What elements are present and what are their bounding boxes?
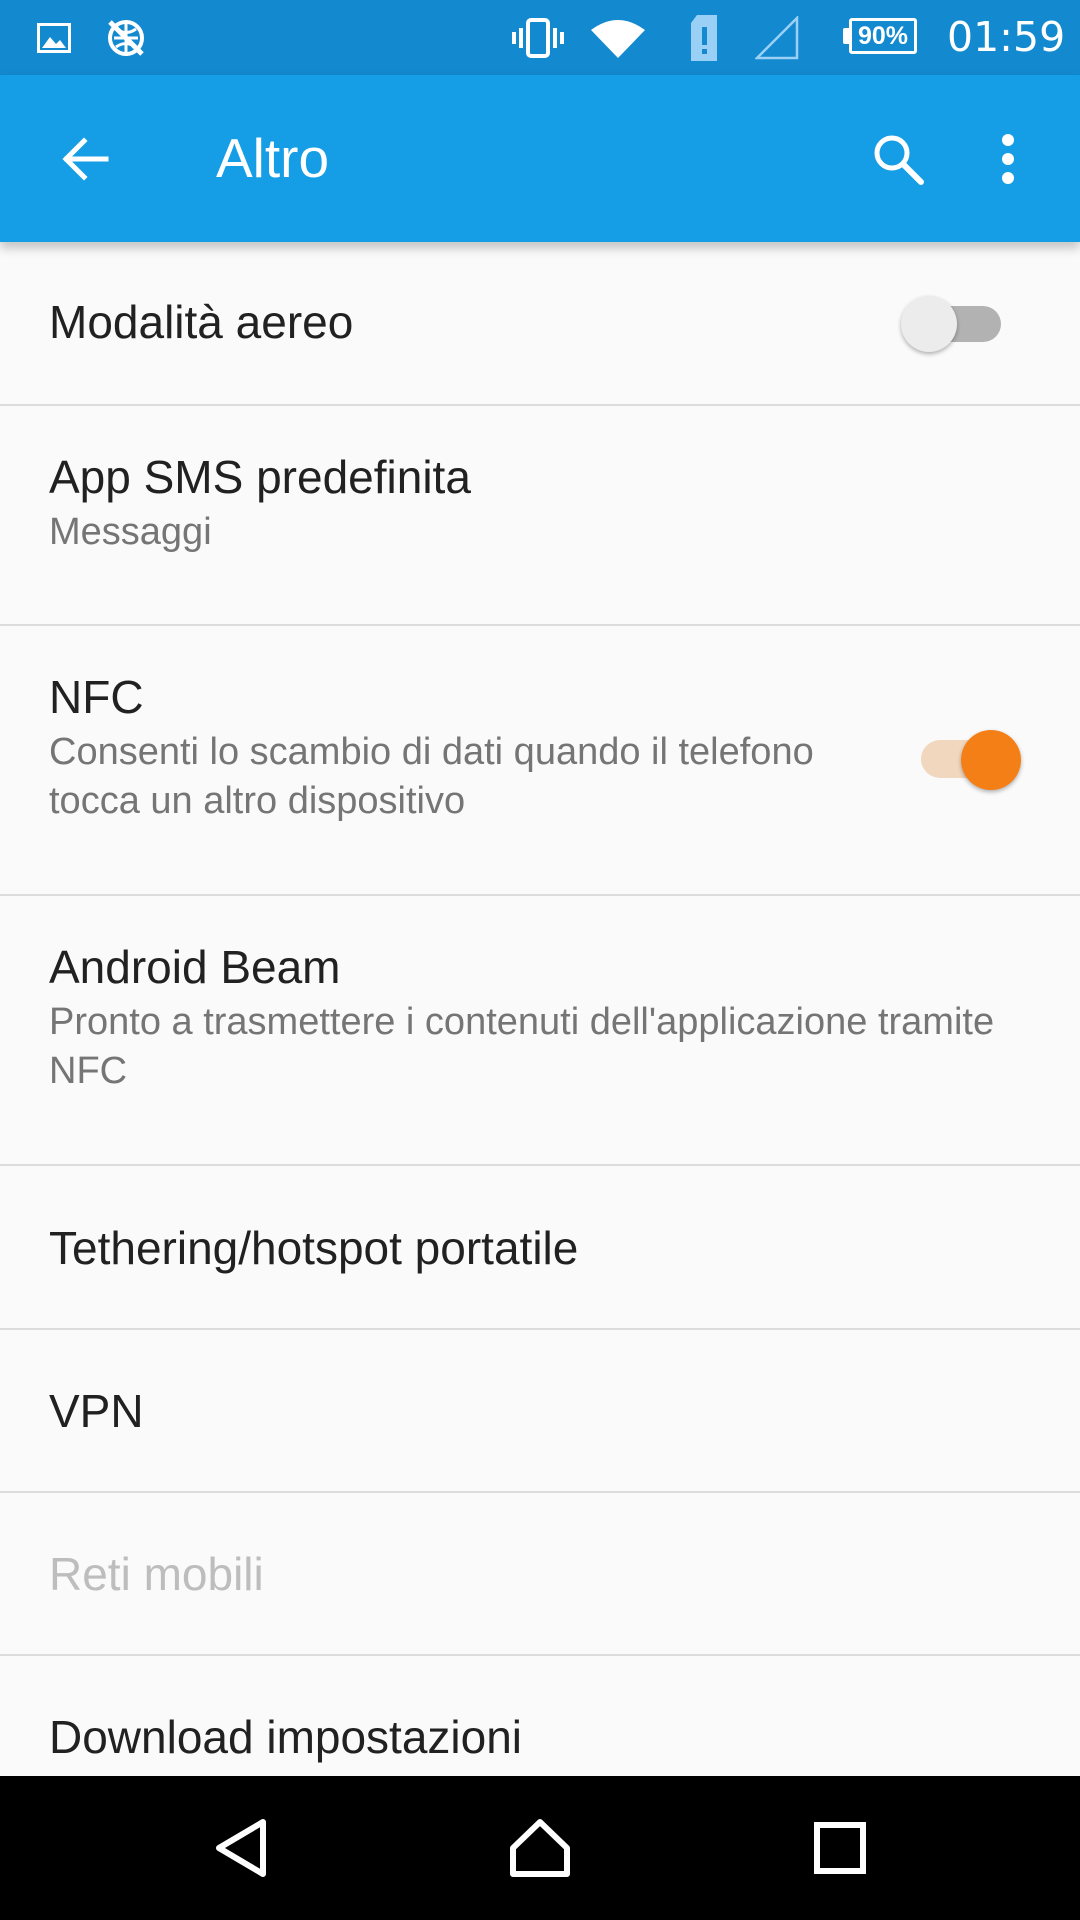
setting-title: VPN: [49, 1385, 144, 1437]
battery-percent: 90%: [849, 18, 917, 54]
setting-title: App SMS predefinita: [49, 451, 471, 503]
nav-home-button[interactable]: [470, 1776, 610, 1920]
image-icon: [34, 0, 74, 75]
setting-vpn[interactable]: VPN: [0, 1330, 1080, 1493]
status-bar: 90% 01:59: [0, 0, 1080, 75]
search-button[interactable]: [855, 118, 941, 200]
setting-title: Android Beam: [49, 941, 341, 993]
no-sync-icon: [102, 0, 150, 75]
setting-title: NFC: [49, 671, 144, 723]
back-triangle-icon: [216, 1819, 266, 1877]
setting-title: Reti mobili: [49, 1548, 264, 1600]
clock: 01:59: [947, 13, 1066, 61]
setting-download-settings[interactable]: Download impostazioni: [0, 1656, 1080, 1776]
toggle-thumb: [961, 730, 1021, 790]
back-button[interactable]: [40, 118, 130, 200]
page-title: Altro: [216, 127, 330, 189]
more-options-button[interactable]: [968, 118, 1048, 200]
setting-title: Tethering/hotspot portatile: [49, 1222, 579, 1274]
setting-summary: Consenti lo scambio di dati quando il te…: [49, 731, 814, 822]
search-icon: [874, 135, 924, 185]
settings-list: Modalità aereo App SMS predefinita Messa…: [0, 242, 1080, 1776]
battery-icon: 90%: [843, 14, 925, 60]
sim-alert-icon: [684, 0, 724, 75]
setting-mobile-networks: Reti mobili: [0, 1493, 1080, 1656]
wifi-icon: [588, 0, 648, 75]
navigation-bar: [0, 1776, 1080, 1920]
setting-nfc[interactable]: NFC Consenti lo scambio di dati quando i…: [0, 626, 1080, 896]
setting-android-beam[interactable]: Android Beam Pronto a trasmettere i cont…: [0, 896, 1080, 1166]
setting-title: Modalità aereo: [49, 296, 354, 348]
setting-default-sms[interactable]: App SMS predefinita Messaggi: [0, 406, 1080, 626]
setting-title: Download impostazioni: [49, 1711, 523, 1763]
setting-summary: Messaggi: [49, 511, 212, 553]
vibrate-icon: [510, 0, 566, 75]
setting-airplane-mode[interactable]: Modalità aereo: [0, 242, 1080, 406]
more-vert-icon: [1002, 134, 1014, 184]
setting-summary: Pronto a trasmettere i contenuti dell'ap…: [49, 1001, 995, 1092]
nav-recents-button[interactable]: [770, 1776, 910, 1920]
home-icon: [510, 1819, 570, 1877]
setting-tethering[interactable]: Tethering/hotspot portatile: [0, 1166, 1080, 1330]
toggle-thumb: [901, 296, 957, 352]
recents-icon: [814, 1822, 866, 1874]
nav-back-button[interactable]: [171, 1776, 311, 1920]
no-signal-icon: [754, 0, 800, 75]
nfc-toggle[interactable]: [915, 726, 1025, 790]
app-bar: Altro: [0, 75, 1080, 242]
arrow-back-icon: [62, 137, 109, 181]
airplane-mode-toggle[interactable]: [901, 294, 1005, 354]
